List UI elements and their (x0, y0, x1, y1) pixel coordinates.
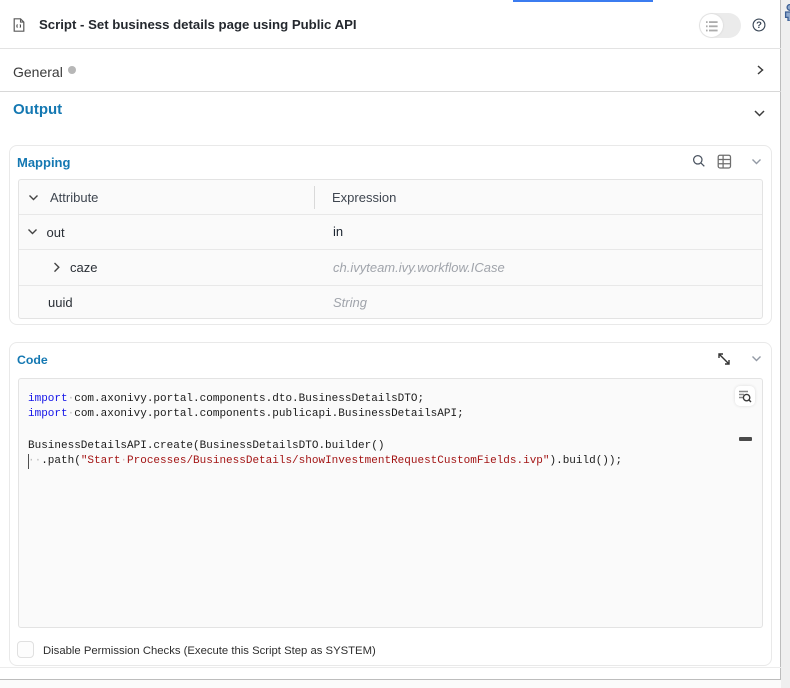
svg-text:?: ? (756, 20, 762, 31)
